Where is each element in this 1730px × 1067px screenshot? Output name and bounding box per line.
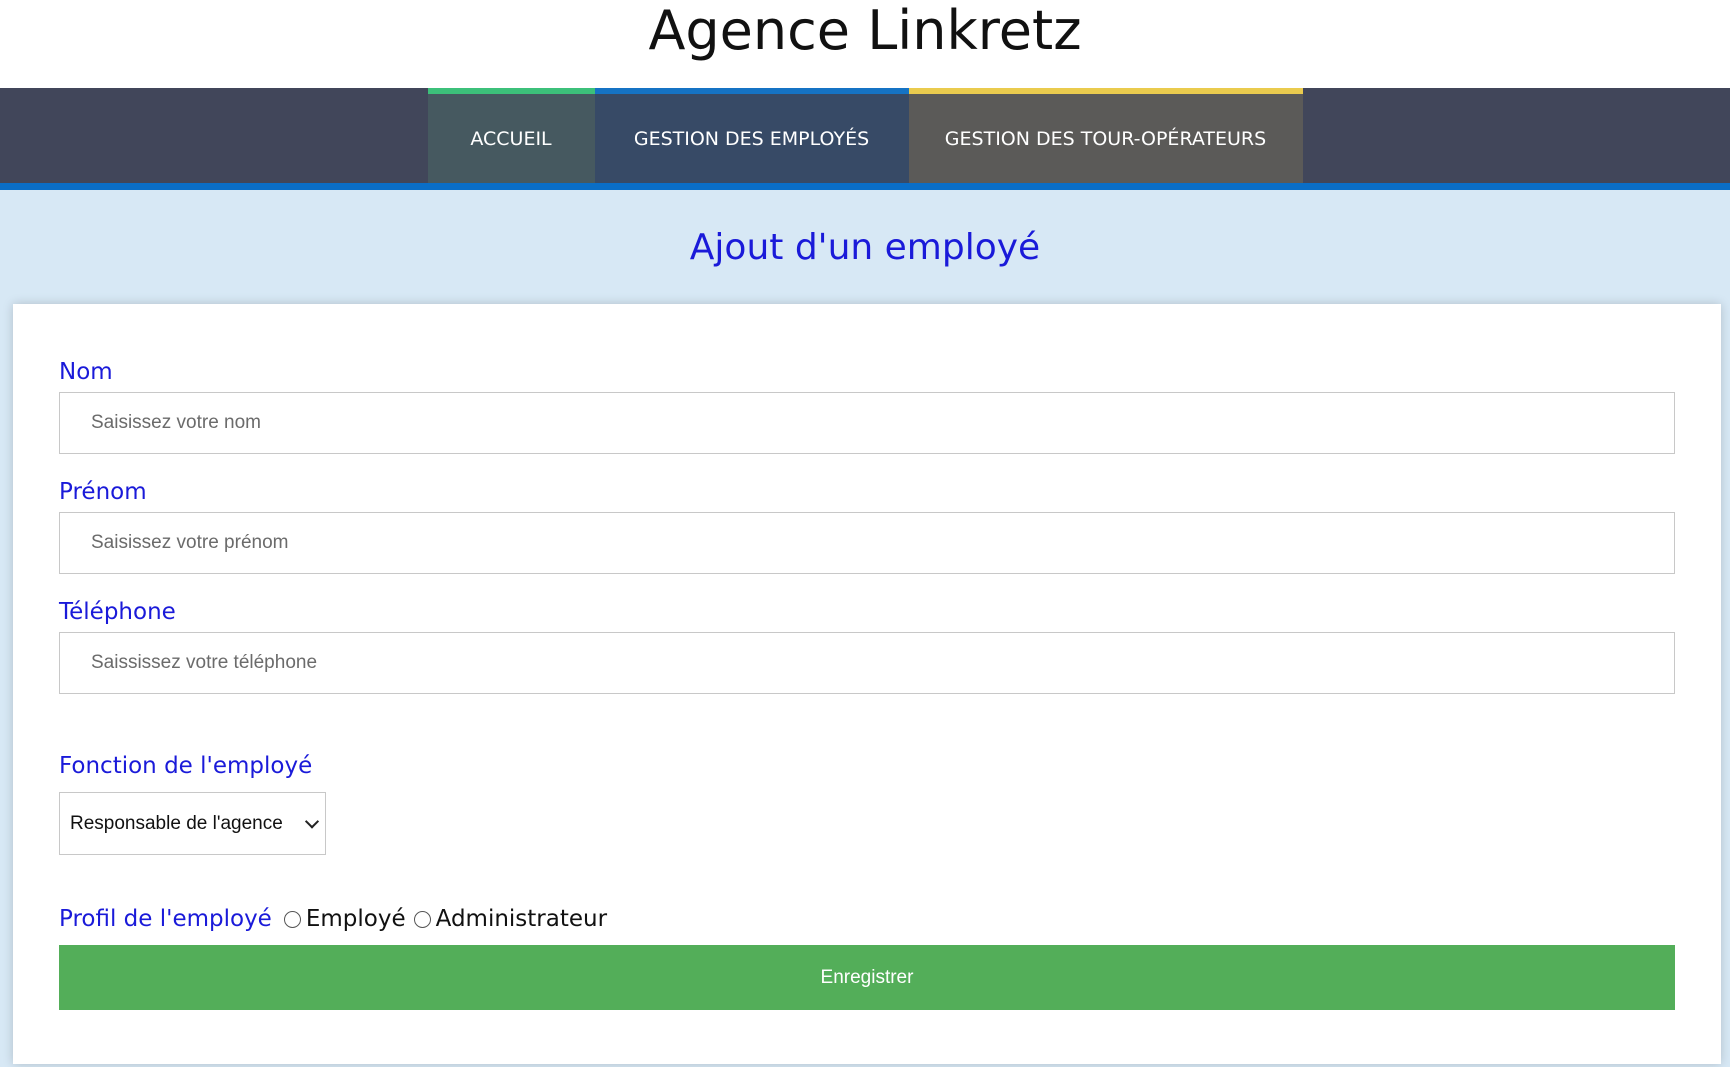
profil-label: Profil de l'employé bbox=[59, 906, 272, 932]
prenom-input[interactable] bbox=[59, 512, 1675, 574]
site-title: Agence Linkretz bbox=[648, 0, 1082, 62]
telephone-input[interactable] bbox=[59, 632, 1675, 694]
add-employee-form: Nom Prénom Téléphone Fonction de l'emplo… bbox=[13, 304, 1721, 1010]
fonction-select[interactable]: Responsable de l'agence bbox=[59, 792, 326, 855]
prenom-label: Prénom bbox=[59, 479, 147, 505]
chevron-down-icon bbox=[304, 813, 320, 829]
nav-tab-accueil[interactable]: ACCUEIL bbox=[427, 88, 595, 183]
radio-button-employe[interactable] bbox=[283, 910, 301, 928]
radio-option-employe[interactable]: Employé bbox=[283, 906, 406, 932]
radio-option-administrateur[interactable]: Administrateur bbox=[413, 906, 608, 932]
nav-tab-gestion-employes[interactable]: GESTION DES EMPLOYÉS bbox=[594, 88, 909, 183]
radio-label-administrateur: Administrateur bbox=[435, 906, 608, 932]
nom-input[interactable] bbox=[59, 392, 1675, 454]
page-title: Ajout d'un employé bbox=[689, 226, 1041, 268]
radio-button-administrateur[interactable] bbox=[413, 910, 431, 928]
nav-tab-gestion-tour-operateurs[interactable]: GESTION DES TOUR-OPÉRATEURS bbox=[908, 88, 1303, 183]
fonction-selected-value: Responsable de l'agence bbox=[70, 812, 283, 834]
nom-label: Nom bbox=[59, 359, 113, 385]
enregistrer-button[interactable]: Enregistrer bbox=[59, 945, 1675, 1010]
site-header: Agence Linkretz bbox=[0, 0, 1730, 88]
radio-label-employe: Employé bbox=[305, 906, 406, 932]
fonction-label: Fonction de l'employé bbox=[59, 753, 313, 779]
telephone-label: Téléphone bbox=[59, 599, 176, 625]
main-navbar: ACCUEIL GESTION DES EMPLOYÉS GESTION DES… bbox=[0, 88, 1730, 190]
employee-form-card: Nom Prénom Téléphone Fonction de l'emplo… bbox=[13, 304, 1721, 1064]
profil-row: Profil de l'employé Employé Administrate… bbox=[59, 899, 1675, 939]
